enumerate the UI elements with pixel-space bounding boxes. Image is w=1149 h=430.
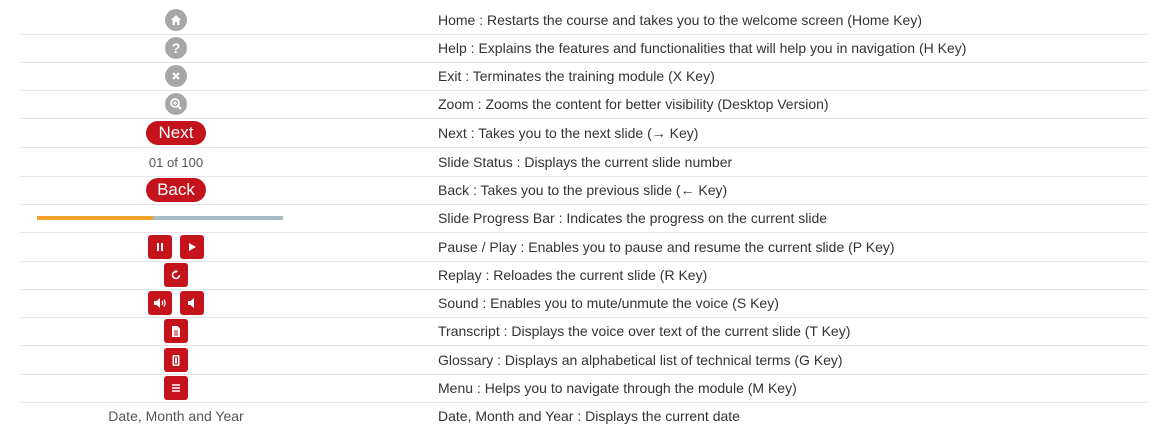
legend-row-help: ? Help : Explains the features and funct… <box>20 34 1148 63</box>
slide-status-description: Slide Status : Displays the current slid… <box>438 154 733 170</box>
back-button[interactable]: Back <box>146 178 206 202</box>
home-description: Home : Restarts the course and takes you… <box>438 12 922 28</box>
slide-progress-bar <box>37 216 283 220</box>
transcript-icon[interactable] <box>164 319 188 343</box>
glossary-description: Glossary : Displays an alphabetical list… <box>438 352 843 368</box>
legend-row-menu: Menu : Helps you to navigate through the… <box>20 374 1148 403</box>
replay-description: Replay : Reloades the current slide (R K… <box>438 267 708 283</box>
legend-row-back: Back Back : Takes you to the previous sl… <box>20 176 1148 205</box>
progress-description: Slide Progress Bar : Indicates the progr… <box>438 210 828 226</box>
legend-row-pause-play: Pause / Play : Enables you to pause and … <box>20 233 1148 262</box>
help-description: Help : Explains the features and functio… <box>438 40 967 56</box>
play-icon[interactable] <box>180 235 204 259</box>
next-description: Next : Takes you to the next slide (→ Ke… <box>438 125 699 141</box>
legend-row-next: Next Next : Takes you to the next slide … <box>20 119 1148 148</box>
legend-row-exit: Exit : Terminates the training module (X… <box>20 62 1148 91</box>
legend-row-zoom: Zoom : Zooms the content for better visi… <box>20 90 1148 119</box>
legend-row-replay: Replay : Reloades the current slide (R K… <box>20 261 1148 290</box>
help-icon[interactable]: ? <box>165 37 187 59</box>
legend-row-glossary: Glossary : Displays an alphabetical list… <box>20 346 1148 375</box>
glossary-icon[interactable] <box>164 348 188 372</box>
sound-description: Sound : Enables you to mute/unmute the v… <box>438 295 779 311</box>
replay-icon[interactable] <box>164 263 188 287</box>
back-description: Back : Takes you to the previous slide (… <box>438 182 728 198</box>
menu-icon[interactable] <box>164 376 188 400</box>
pause-icon[interactable] <box>148 235 172 259</box>
legend-row-progress: Slide Progress Bar : Indicates the progr… <box>20 204 1148 233</box>
sound-off-icon[interactable] <box>180 291 204 315</box>
legend-row-date: Date, Month and Year Date, Month and Yea… <box>20 402 1148 430</box>
exit-description: Exit : Terminates the training module (X… <box>438 68 715 84</box>
date-label: Date, Month and Year <box>108 408 244 424</box>
slide-progress-fill <box>37 216 153 220</box>
zoom-description: Zoom : Zooms the content for better visi… <box>438 96 829 112</box>
home-icon[interactable] <box>165 9 187 31</box>
pause-play-description: Pause / Play : Enables you to pause and … <box>438 239 895 255</box>
next-button[interactable]: Next <box>146 121 206 145</box>
legend-row-home: Home : Restarts the course and takes you… <box>20 6 1148 35</box>
legend-row-transcript: Transcript : Displays the voice over tex… <box>20 317 1148 346</box>
legend-row-slide-status: 01 of 100 Slide Status : Displays the cu… <box>20 148 1148 177</box>
slide-status: 01 of 100 <box>148 154 204 170</box>
zoom-icon[interactable] <box>165 93 187 115</box>
menu-description: Menu : Helps you to navigate through the… <box>438 380 797 396</box>
date-description: Date, Month and Year : Displays the curr… <box>438 408 740 424</box>
transcript-description: Transcript : Displays the voice over tex… <box>438 323 851 339</box>
sound-on-icon[interactable] <box>148 291 172 315</box>
legend-row-sound: Sound : Enables you to mute/unmute the v… <box>20 289 1148 318</box>
close-icon[interactable] <box>165 65 187 87</box>
